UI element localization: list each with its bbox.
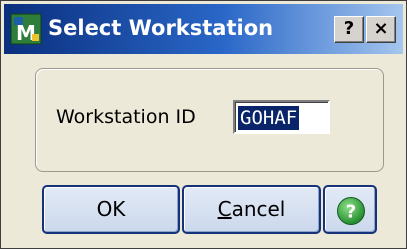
cancel-accelerator: C <box>217 197 232 221</box>
help-question-icon: ? <box>337 197 365 225</box>
title-bar[interactable]: M Select Workstation ? × <box>4 4 403 54</box>
svg-text:?: ? <box>346 202 356 223</box>
ok-button[interactable]: OK <box>42 185 180 234</box>
workstation-id-value: GOHAF <box>238 106 300 130</box>
app-icon: M <box>10 13 42 45</box>
workstation-id-input[interactable]: GOHAF <box>233 100 330 134</box>
cancel-label: ancel <box>231 197 286 221</box>
close-button[interactable]: × <box>366 16 396 43</box>
cancel-button[interactable]: Cancel <box>182 185 321 234</box>
window-title: Select Workstation <box>48 16 274 40</box>
workstation-id-label: Workstation ID <box>56 106 196 128</box>
svg-text:M: M <box>16 21 36 45</box>
help-button[interactable]: ? <box>323 185 377 234</box>
select-workstation-dialog: M Select Workstation ? × Workstation ID … <box>0 0 407 249</box>
help-title-button[interactable]: ? <box>334 16 364 43</box>
